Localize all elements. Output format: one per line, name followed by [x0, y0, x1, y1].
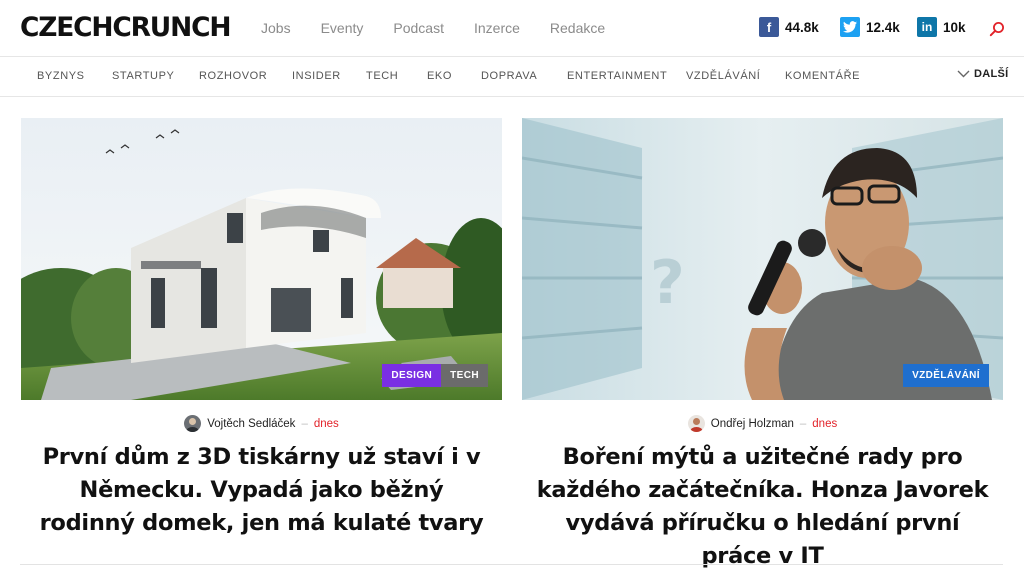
category-byznys[interactable]: BYZNYS	[37, 70, 85, 82]
tag-design[interactable]: DESIGN	[382, 364, 442, 387]
nav-jobs[interactable]: Jobs	[261, 20, 291, 36]
article-title[interactable]: První dům z 3D tiskárny už staví i v Něm…	[21, 441, 502, 540]
main-nav: Jobs Eventy Podcast Inzerce Redakce	[261, 20, 635, 36]
tag-tech[interactable]: TECH	[441, 364, 488, 387]
category-tech[interactable]: TECH	[366, 70, 398, 82]
author-name[interactable]: Vojtěch Sedláček	[207, 418, 295, 430]
twitter-icon	[840, 17, 860, 37]
nav-redakce[interactable]: Redakce	[550, 20, 605, 36]
svg-text:?: ?	[650, 248, 685, 318]
publish-time: dnes	[812, 417, 838, 430]
site-logo[interactable]: CZECHCRUNCH	[20, 12, 231, 43]
category-nav: BYZNYS STARTUPY ROZHOVOR INSIDER TECH EK…	[0, 57, 1024, 97]
byline-separator: –	[301, 417, 308, 430]
category-vzdelavani[interactable]: VZDĚLÁVÁNÍ	[686, 70, 760, 82]
tag-vzdelavani[interactable]: VZDĚLÁVÁNÍ	[903, 364, 989, 387]
article-card[interactable]: ? VZDĚLÁVÁNÍ Ondřej Holzman – dnes Bořen…	[522, 118, 1003, 573]
section-divider	[20, 564, 1003, 565]
byline-separator: –	[799, 417, 807, 430]
social-linkedin[interactable]: in 10k	[917, 17, 966, 37]
author-name[interactable]: Ondřej Holzman	[711, 418, 794, 430]
twitter-count: 12.4k	[866, 19, 900, 35]
author-avatar[interactable]	[184, 415, 202, 432]
chevron-down-icon	[957, 70, 970, 78]
linkedin-icon: in	[917, 17, 937, 37]
byline: Vojtěch Sedláček – dnes	[21, 415, 502, 432]
category-eko[interactable]: EKO	[427, 70, 452, 82]
more-label: DALŠÍ	[974, 68, 1009, 80]
tag-list: VZDĚLÁVÁNÍ	[903, 364, 989, 387]
category-insider[interactable]: INSIDER	[292, 70, 341, 82]
category-startupy[interactable]: STARTUPY	[112, 70, 174, 82]
category-rozhovor[interactable]: ROZHOVOR	[199, 70, 267, 82]
category-doprava[interactable]: DOPRAVA	[481, 70, 537, 82]
social-facebook[interactable]: f 44.8k	[759, 17, 819, 37]
facebook-count: 44.8k	[785, 19, 819, 35]
byline: Ondřej Holzman – dnes	[522, 415, 1003, 432]
article-title[interactable]: Boření mýtů a užitečné rady pro každého …	[522, 441, 1003, 573]
more-menu-button[interactable]: DALŠÍ	[957, 68, 1009, 80]
linkedin-count: 10k	[943, 19, 966, 35]
article-image[interactable]: DESIGN TECH	[21, 118, 502, 400]
publish-time: dnes	[313, 417, 339, 430]
search-icon[interactable]	[989, 21, 1005, 37]
social-twitter[interactable]: 12.4k	[840, 17, 900, 37]
article-card[interactable]: DESIGN TECH Vojtěch Sedláček – dnes Prvn…	[21, 118, 502, 540]
tag-list: DESIGN TECH	[382, 364, 488, 387]
nav-podcast[interactable]: Podcast	[393, 20, 444, 36]
facebook-icon: f	[759, 17, 779, 37]
article-image[interactable]: ? VZDĚLÁVÁNÍ	[522, 118, 1003, 400]
nav-inzerce[interactable]: Inzerce	[474, 20, 520, 36]
author-avatar[interactable]	[687, 415, 705, 432]
nav-eventy[interactable]: Eventy	[321, 20, 364, 36]
category-entertainment[interactable]: ENTERTAINMENT	[567, 70, 667, 82]
site-header: CZECHCRUNCH Jobs Eventy Podcast Inzerce …	[0, 0, 1024, 57]
category-komentare[interactable]: KOMENTÁŘE	[785, 70, 860, 82]
